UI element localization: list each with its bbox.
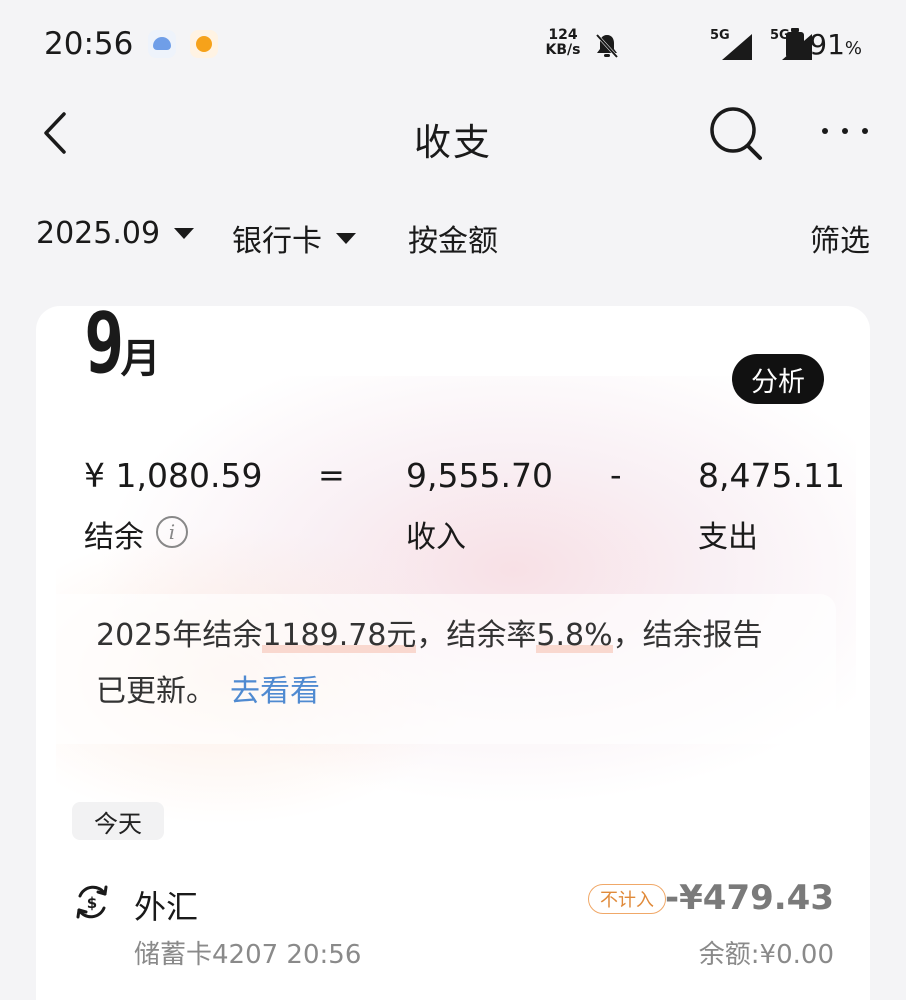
filter-button[interactable]: 筛选 (810, 216, 870, 260)
month-filter-label: 2025.09 (36, 216, 161, 251)
status-bar: 20:56 124 KB/s 5G 5G 91% (44, 26, 862, 62)
filter-label: 筛选 (810, 224, 870, 259)
report-rate: 5.8% (536, 618, 613, 653)
caret-down-icon (174, 228, 195, 239)
balance-value: ¥ 1,080.59 (84, 456, 263, 495)
filter-bar: 2025.09 银行卡 按金额 筛选 (0, 200, 906, 272)
balance-label: 结余 (84, 520, 144, 555)
minus-sign: - (610, 456, 622, 494)
battery-icon (786, 28, 804, 58)
excluded-tag: 不计入 (588, 884, 666, 914)
month-heading: 9 月 (84, 306, 161, 392)
expense-value: 8,475.11 (698, 456, 845, 495)
balance-report-banner[interactable]: 2025年结余1189.78元，结余率5.8%，结余报告已更新。 去看看 (36, 594, 836, 744)
caret-down-icon (336, 232, 356, 244)
month-unit: 月 (120, 336, 161, 382)
expense-label: 支出 (698, 520, 758, 555)
view-report-link[interactable]: 去看看 (230, 674, 320, 709)
month-number: 9 (84, 306, 124, 392)
notification-app-icon (190, 30, 218, 58)
analysis-button[interactable]: 分析 (732, 354, 824, 404)
battery-level: 91% (809, 28, 862, 61)
more-horizontal-icon[interactable] (818, 120, 872, 140)
svg-text:$: $ (87, 894, 97, 912)
equals-sign: = (318, 456, 345, 494)
income-value: 9,555.70 (406, 456, 553, 495)
account-filter-label: 银行卡 (232, 224, 322, 259)
report-text: 2025年结余 (96, 618, 263, 653)
transaction-meta: 储蓄卡4207 20:56 (134, 940, 362, 970)
currency-exchange-icon: $ (76, 885, 108, 919)
status-time: 20:56 (44, 26, 134, 62)
sort-label: 按金额 (408, 224, 498, 259)
month-filter[interactable]: 2025.09 (36, 216, 195, 251)
network-speed: 124 KB/s (545, 27, 581, 58)
page-title: 收支 (414, 121, 492, 164)
report-amount: 1189.78元 (262, 618, 417, 653)
sort-by-amount[interactable]: 按金额 (408, 216, 498, 260)
transaction-balance: 余额:¥0.00 (698, 940, 834, 970)
summary-card: 9 月 分析 ¥ 1,080.59 结余 i = 9,555.70 收入 - 8… (36, 306, 870, 1000)
transaction-amount: -¥479.43 (665, 878, 834, 918)
search-icon[interactable] (706, 104, 766, 164)
transaction-name: 外汇 (134, 888, 199, 926)
notification-app-icon (148, 30, 176, 58)
account-filter[interactable]: 银行卡 (232, 216, 356, 260)
muted-bell-icon (595, 33, 619, 59)
income-label: 收入 (406, 520, 466, 555)
info-icon[interactable]: i (156, 516, 188, 548)
title-bar: 收支 (0, 90, 906, 180)
date-group-label: 今天 (72, 802, 164, 840)
